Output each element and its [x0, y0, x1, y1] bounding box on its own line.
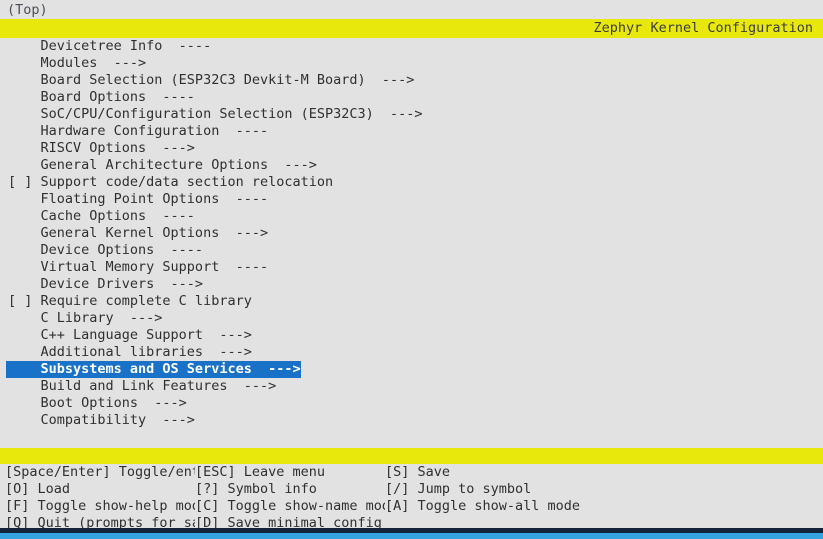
- menu-item[interactable]: Boot Options --->: [0, 395, 823, 412]
- keybinding-entry[interactable]: [S] Save: [385, 464, 585, 481]
- menu-item[interactable]: Board Selection (ESP32C3 Devkit-M Board)…: [0, 72, 823, 89]
- menu-item[interactable]: C Library --->: [0, 310, 823, 327]
- keybinding-entry[interactable]: [ESC] Leave menu: [195, 464, 385, 481]
- keybinding-row: [O] Load [?] Symbol info [/] Jump to symbo…: [0, 481, 823, 498]
- keybinding-entry[interactable]: [C] Toggle show-name mode: [195, 498, 385, 515]
- menu-item[interactable]: [ ] Require complete C library: [0, 293, 823, 310]
- menu-item-label: Subsystems and OS Services --->: [6, 361, 301, 378]
- menu-item-label: Board Options ----: [8, 89, 195, 105]
- menu-item-label: [ ] Require complete C library: [8, 293, 252, 309]
- title-bar: Zephyr Kernel Configuration: [0, 19, 823, 38]
- menu-item[interactable]: Additional libraries --->: [0, 344, 823, 361]
- menu-item[interactable]: Board Options ----: [0, 89, 823, 106]
- scroll-position-label: (Top): [7, 2, 48, 18]
- menu-item[interactable]: General Kernel Options --->: [0, 225, 823, 242]
- menu-item-label: Hardware Configuration ----: [8, 123, 269, 139]
- keybinding-help-footer: [Space/Enter] Toggle/enter[ESC] Leave me…: [0, 464, 823, 531]
- menu-item-label: Virtual Memory Support ----: [8, 259, 269, 275]
- keybinding-row: [Space/Enter] Toggle/enter[ESC] Leave me…: [0, 464, 823, 481]
- window-accent-bar: [0, 533, 823, 539]
- menu-item-label: Compatibility --->: [8, 412, 195, 428]
- menu-item[interactable]: [ ] Support code/data section relocation: [0, 174, 823, 191]
- menu-item-label: Board Selection (ESP32C3 Devkit-M Board)…: [8, 72, 415, 88]
- menu-item-label: Devicetree Info ----: [8, 38, 212, 54]
- menu-item-label: Cache Options ----: [8, 208, 195, 224]
- window-title: Zephyr Kernel Configuration: [593, 20, 813, 36]
- menu-item-label: RISCV Options --->: [8, 140, 195, 156]
- menu-item[interactable]: Build and Link Features --->: [0, 378, 823, 395]
- menu-item[interactable]: Devicetree Info ----: [0, 38, 823, 55]
- menu-item-label: General Architecture Options --->: [8, 157, 317, 173]
- menu-item-label: Device Options ----: [8, 242, 204, 258]
- menu-item[interactable]: RISCV Options --->: [0, 140, 823, 157]
- keybinding-row: [F] Toggle show-help mode[C] Toggle show…: [0, 498, 823, 515]
- config-menu-list[interactable]: Devicetree Info ---- Modules ---> Board …: [0, 38, 823, 448]
- menu-item[interactable]: C++ Language Support --->: [0, 327, 823, 344]
- menu-item[interactable]: Device Drivers --->: [0, 276, 823, 293]
- menu-item[interactable]: Cache Options ----: [0, 208, 823, 225]
- menu-item-label: Boot Options --->: [8, 395, 187, 411]
- menu-item[interactable]: Virtual Memory Support ----: [0, 259, 823, 276]
- menu-item-label: Modules --->: [8, 55, 147, 71]
- menu-item-label: C++ Language Support --->: [8, 327, 252, 343]
- footer-separator-bar: [0, 448, 823, 464]
- menu-item-label: C Library --->: [8, 310, 163, 326]
- menu-item-label: General Kernel Options --->: [8, 225, 269, 241]
- scroll-position-bar: (Top): [0, 0, 823, 19]
- keybinding-entry[interactable]: [/] Jump to symbol: [385, 481, 585, 498]
- menu-item-label: Build and Link Features --->: [8, 378, 277, 394]
- menu-item[interactable]: General Architecture Options --->: [0, 157, 823, 174]
- menu-item[interactable]: Modules --->: [0, 55, 823, 72]
- keybinding-entry[interactable]: [A] Toggle show-all mode: [385, 498, 585, 515]
- menu-item[interactable]: Compatibility --->: [0, 412, 823, 429]
- keybinding-entry[interactable]: [Space/Enter] Toggle/enter: [5, 464, 195, 481]
- kconfig-terminal-window: (Top) Zephyr Kernel Configuration Device…: [0, 0, 823, 539]
- keybinding-entry[interactable]: [F] Toggle show-help mode: [5, 498, 195, 515]
- menu-item[interactable]: Subsystems and OS Services --->: [0, 361, 823, 378]
- menu-item[interactable]: SoC/CPU/Configuration Selection (ESP32C3…: [0, 106, 823, 123]
- menu-item[interactable]: Floating Point Options ----: [0, 191, 823, 208]
- menu-item-label: SoC/CPU/Configuration Selection (ESP32C3…: [8, 106, 423, 122]
- keybinding-entry[interactable]: [O] Load: [5, 481, 195, 498]
- menu-item-label: [ ] Support code/data section relocation: [8, 174, 334, 190]
- menu-item-label: Additional libraries --->: [8, 344, 252, 360]
- keybinding-entry[interactable]: [?] Symbol info: [195, 481, 385, 498]
- menu-item[interactable]: Device Options ----: [0, 242, 823, 259]
- menu-item-label: Device Drivers --->: [8, 276, 204, 292]
- menu-item[interactable]: Hardware Configuration ----: [0, 123, 823, 140]
- menu-item-label: Floating Point Options ----: [8, 191, 269, 207]
